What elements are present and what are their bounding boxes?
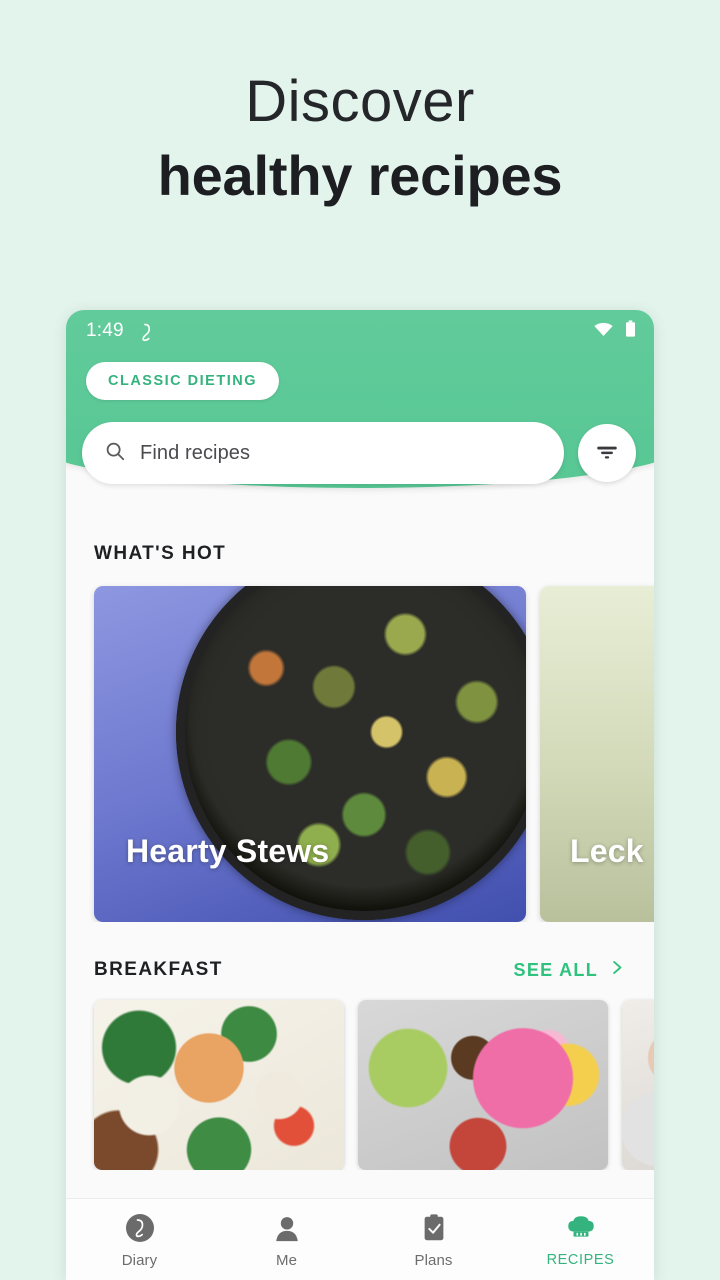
nav-item-recipes[interactable]: RECIPES [507, 1211, 654, 1268]
lifesum-circle-icon [123, 1211, 157, 1245]
breakfast-card[interactable] [94, 1000, 344, 1170]
hot-card-title: Leck [570, 833, 644, 869]
chef-hat-icon [564, 1211, 598, 1245]
search-row: Find recipes [66, 422, 654, 484]
lifesum-l-icon [137, 321, 158, 342]
search-icon [104, 440, 126, 467]
battery-icon [625, 319, 636, 343]
headline-line-2: healthy recipes [157, 144, 563, 208]
whats-hot-carousel[interactable]: Hearty Stews Leck [66, 580, 654, 922]
status-bar: 1:49 [66, 310, 654, 352]
breakfast-card[interactable] [622, 1000, 654, 1170]
see-all-breakfast-button[interactable]: SEE ALL [514, 958, 626, 982]
section-header-whats-hot: WHAT'S HOT [66, 528, 654, 580]
nav-item-diary[interactable]: Diary [66, 1211, 213, 1269]
app-content: WHAT'S HOT Hearty Stews Leck BREAKFAST S… [66, 528, 654, 1280]
nav-item-plans[interactable]: Plans [360, 1211, 507, 1269]
diet-badge-row: CLASSIC DIETING [66, 362, 654, 400]
hot-card-title: Hearty Stews [126, 833, 330, 869]
status-bar-indicators [593, 319, 636, 343]
hot-card-leckere[interactable]: Leck [540, 586, 654, 922]
section-title-whats-hot: WHAT'S HOT [94, 543, 227, 564]
promo-screenshot: Discover healthy recipes 1:49 CLASSIC DI… [0, 0, 720, 1280]
search-placeholder-text: Find recipes [140, 441, 251, 464]
headline-line-1: Discover [245, 69, 475, 134]
section-header-breakfast: BREAKFAST SEE ALL [66, 944, 654, 996]
diet-badge[interactable]: CLASSIC DIETING [86, 362, 279, 400]
breakfast-carousel[interactable] [66, 996, 654, 1170]
hot-card-hearty-stews[interactable]: Hearty Stews [94, 586, 526, 922]
clipboard-check-icon [417, 1211, 451, 1245]
person-icon [270, 1211, 304, 1245]
nav-item-me[interactable]: Me [213, 1211, 360, 1269]
app-header: 1:49 CLASSIC DIETING Find recipes [66, 310, 654, 528]
breakfast-card[interactable] [358, 1000, 608, 1170]
section-title-breakfast: BREAKFAST [94, 959, 223, 980]
see-all-label: SEE ALL [513, 959, 598, 980]
chevron-right-icon [607, 958, 626, 982]
wifi-icon [593, 321, 614, 342]
phone-mockup: 1:49 CLASSIC DIETING Find recipes WHAT'S… [66, 310, 654, 1280]
filter-icon [594, 438, 620, 469]
nav-label-me: Me [275, 1251, 298, 1269]
nav-label-diary: Diary [121, 1251, 158, 1269]
nav-label-recipes: RECIPES [546, 1252, 615, 1268]
search-input[interactable]: Find recipes [82, 422, 564, 484]
filter-button[interactable] [578, 424, 636, 482]
nav-label-plans: Plans [414, 1251, 453, 1269]
headline: Discover healthy recipes [0, 72, 720, 211]
bottom-navigation: Diary Me Plans RECIPES [66, 1198, 654, 1280]
status-bar-time: 1:49 [86, 320, 124, 341]
